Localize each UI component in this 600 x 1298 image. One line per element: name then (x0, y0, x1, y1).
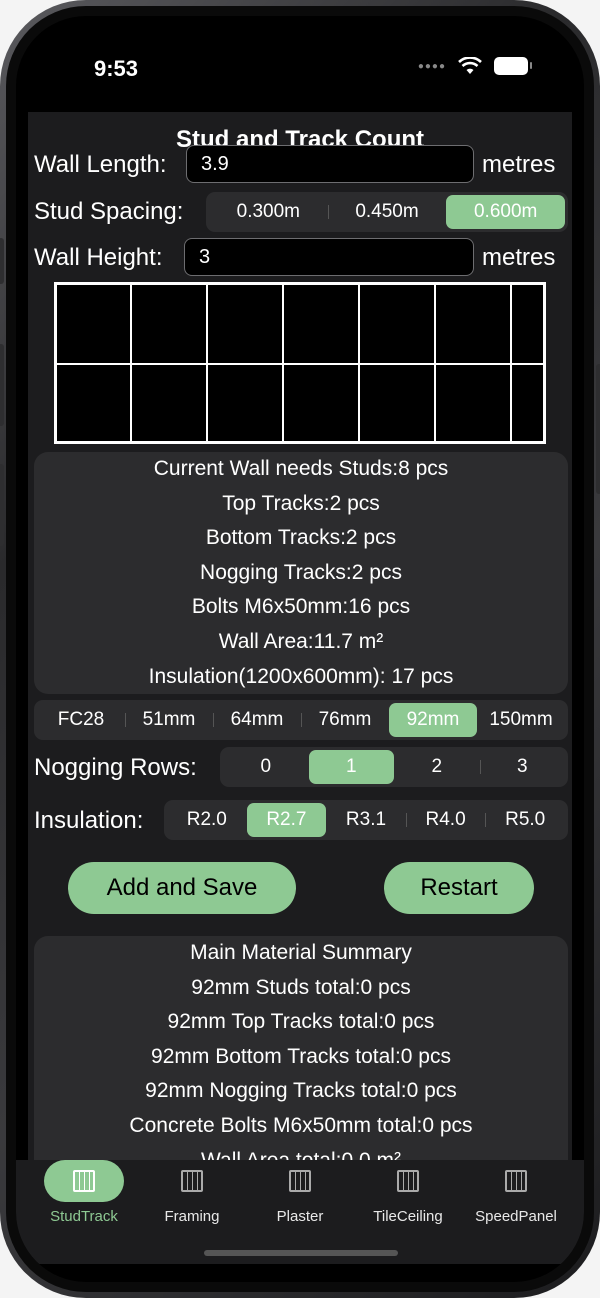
tab-speedpanel[interactable]: SpeedPanel (460, 1160, 572, 1225)
summary-bolts: Concrete Bolts M6x50mm total:0 pcs (129, 1113, 473, 1137)
summary-nogging-tracks: 92mm Nogging Tracks total:0 pcs (145, 1079, 457, 1103)
speed-panel-icon (505, 1170, 527, 1192)
summary-studs: 92mm Studs total:0 pcs (191, 975, 411, 999)
tab-plaster[interactable]: Plaster (244, 1160, 356, 1225)
volume-up-button (0, 344, 4, 426)
battery-icon (494, 57, 532, 75)
insulation-option-r27[interactable]: R2.7 (246, 803, 327, 837)
plaster-icon (289, 1170, 311, 1192)
nogging-line (57, 363, 543, 365)
stud-track-icon (73, 1170, 95, 1192)
result-studs: Current Wall needs Studs:8 pcs (153, 457, 449, 480)
tab-plaster-label: Plaster (276, 1208, 324, 1225)
framing-icon (181, 1170, 203, 1192)
stud-size-option-92[interactable]: 92mm (389, 703, 477, 737)
insulation-control[interactable]: R2.0 R2.7 R3.1 R4.0 R5.0 (164, 800, 568, 840)
summary-title: Main Material Summary (190, 941, 412, 964)
stud-size-control[interactable]: FC28 51mm 64mm 76mm 92mm 150mm (34, 700, 568, 740)
app-root: 9:53 ●●●● Stud and Track Count Wall Leng… (16, 16, 584, 1282)
power-button (596, 364, 600, 494)
result-insulation: Insulation(1200x600mm): 17 pcs (148, 664, 454, 688)
results-panel: Current Wall needs Studs:8 pcs Top Track… (34, 452, 568, 694)
phone-frame: 9:53 ●●●● Stud and Track Count Wall Leng… (0, 0, 600, 1298)
tab-tileceiling[interactable]: TileCeiling (352, 1160, 464, 1225)
wifi-icon (458, 57, 482, 74)
cellular-signal-icon: ●●●● (417, 60, 446, 72)
nogging-rows-option-1[interactable]: 1 (308, 750, 394, 784)
result-bottom-tracks: Bottom Tracks:2 pcs (205, 526, 397, 550)
result-wall-area: Wall Area:11.7 m² (218, 629, 384, 653)
volume-down-button (0, 464, 4, 546)
summary-top-tracks: 92mm Top Tracks total:0 pcs (167, 1010, 435, 1034)
tab-tileceiling-label: TileCeiling (373, 1208, 443, 1225)
wall-height-label: Wall Height: (34, 244, 163, 271)
stud-size-option-fc28[interactable]: FC28 (37, 703, 125, 737)
tab-framing[interactable]: Framing (136, 1160, 248, 1225)
tab-bar: StudTrack Framing Plaster TileCeiling Sp… (16, 1160, 584, 1264)
result-nogging-tracks: Nogging Tracks:2 pcs (200, 560, 402, 584)
wall-height-input[interactable] (184, 238, 474, 276)
insulation-option-r31[interactable]: R3.1 (326, 803, 406, 837)
stud-size-option-150[interactable]: 150mm (477, 703, 565, 737)
tab-speedpanel-label: SpeedPanel (475, 1208, 557, 1225)
wall-diagram (54, 282, 546, 444)
stud-spacing-control[interactable]: 0.300m 0.450m 0.600m (206, 192, 568, 232)
tab-framing-icon-wrap (152, 1160, 232, 1202)
tab-framing-label: Framing (164, 1208, 220, 1225)
result-top-tracks: Top Tracks:2 pcs (222, 491, 380, 515)
tile-ceiling-icon (397, 1170, 419, 1192)
wall-length-label: Wall Length: (34, 151, 167, 178)
insulation-label: Insulation: (34, 807, 144, 834)
result-bolts: Bolts M6x50mm:16 pcs (191, 595, 411, 619)
stud-spacing-option-300[interactable]: 0.300m (209, 195, 328, 229)
add-and-save-button[interactable]: Add and Save (68, 862, 296, 914)
tab-speedpanel-icon-wrap (476, 1160, 556, 1202)
action-button (0, 238, 4, 284)
tab-studtrack[interactable]: StudTrack (28, 1160, 140, 1225)
wall-length-input[interactable] (186, 145, 474, 183)
insulation-option-r50[interactable]: R5.0 (485, 803, 565, 837)
status-time: 9:53 (94, 56, 139, 81)
insulation-option-r40[interactable]: R4.0 (405, 803, 486, 837)
nogging-rows-label: Nogging Rows: (34, 754, 197, 781)
status-icons: ●●●● (417, 57, 532, 75)
screen: 9:53 ●●●● Stud and Track Count Wall Leng… (16, 16, 584, 1282)
tab-studtrack-label: StudTrack (50, 1208, 118, 1225)
stud-spacing-option-450[interactable]: 0.450m (327, 195, 447, 229)
nogging-rows-option-0[interactable]: 0 (223, 750, 309, 784)
stud-spacing-label: Stud Spacing: (34, 198, 184, 225)
tab-plaster-icon-wrap (260, 1160, 340, 1202)
nogging-rows-option-2[interactable]: 2 (394, 750, 480, 784)
insulation-option-r20[interactable]: R2.0 (167, 803, 247, 837)
restart-button[interactable]: Restart (384, 862, 534, 914)
stud-size-option-76[interactable]: 76mm (301, 703, 389, 737)
wall-length-unit: metres (482, 151, 556, 178)
tab-tileceiling-icon-wrap (368, 1160, 448, 1202)
home-indicator[interactable] (204, 1250, 398, 1256)
summary-panel: Main Material Summary 92mm Studs total:0… (34, 936, 568, 1178)
stud-size-option-51[interactable]: 51mm (125, 703, 213, 737)
summary-bottom-tracks: 92mm Bottom Tracks total:0 pcs (151, 1044, 451, 1068)
stud-size-option-64[interactable]: 64mm (213, 703, 301, 737)
stud-spacing-option-600[interactable]: 0.600m (446, 195, 566, 229)
tab-studtrack-highlight (44, 1160, 124, 1202)
nogging-rows-option-3[interactable]: 3 (479, 750, 566, 784)
nogging-rows-control[interactable]: 0 1 2 3 (220, 747, 568, 787)
wall-height-unit: metres (482, 244, 556, 271)
dynamic-island (221, 44, 379, 92)
